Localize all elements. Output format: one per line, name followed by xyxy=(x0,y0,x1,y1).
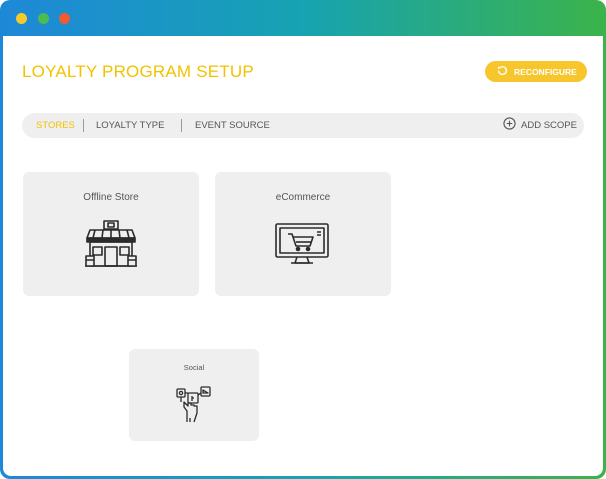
scope-tab-bar: STORES LOYALTY TYPE EVENT SOURCE ADD SCO… xyxy=(22,113,584,138)
window-maximize-button[interactable] xyxy=(59,13,70,24)
reconfigure-label: RECONFIGURE xyxy=(514,66,577,77)
refresh-icon xyxy=(497,63,508,81)
page-title: LOYALTY PROGRAM SETUP xyxy=(22,62,254,81)
tab-divider xyxy=(83,119,84,132)
monitor-cart-icon xyxy=(275,222,329,271)
card-social[interactable]: Social xyxy=(129,349,259,441)
tab-divider xyxy=(181,119,182,132)
card-label: Offline Store xyxy=(83,192,139,203)
plus-circle-icon xyxy=(503,116,516,135)
tab-event-source[interactable]: EVENT SOURCE xyxy=(195,113,270,138)
card-label: Social xyxy=(183,363,205,372)
storefront-icon xyxy=(84,220,138,273)
card-offline-store[interactable]: Offline Store xyxy=(23,172,199,296)
window-minimize-button[interactable] xyxy=(38,13,49,24)
card-label: eCommerce xyxy=(275,192,331,203)
add-scope-label: ADD SCOPE xyxy=(521,120,577,131)
window-close-button[interactable] xyxy=(16,13,27,24)
main-content: LOYALTY PROGRAM SETUP RECONFIGURE STORES… xyxy=(3,36,603,476)
window-titlebar xyxy=(0,0,606,36)
hand-social-icon xyxy=(175,385,213,428)
reconfigure-button[interactable]: RECONFIGURE xyxy=(485,61,587,82)
tab-stores[interactable]: STORES xyxy=(36,113,75,138)
tab-loyalty-type[interactable]: LOYALTY TYPE xyxy=(96,113,164,138)
add-scope-button[interactable]: ADD SCOPE xyxy=(503,113,577,138)
card-ecommerce[interactable]: eCommerce xyxy=(215,172,391,296)
app-window: LOYALTY PROGRAM SETUP RECONFIGURE STORES… xyxy=(0,0,606,479)
